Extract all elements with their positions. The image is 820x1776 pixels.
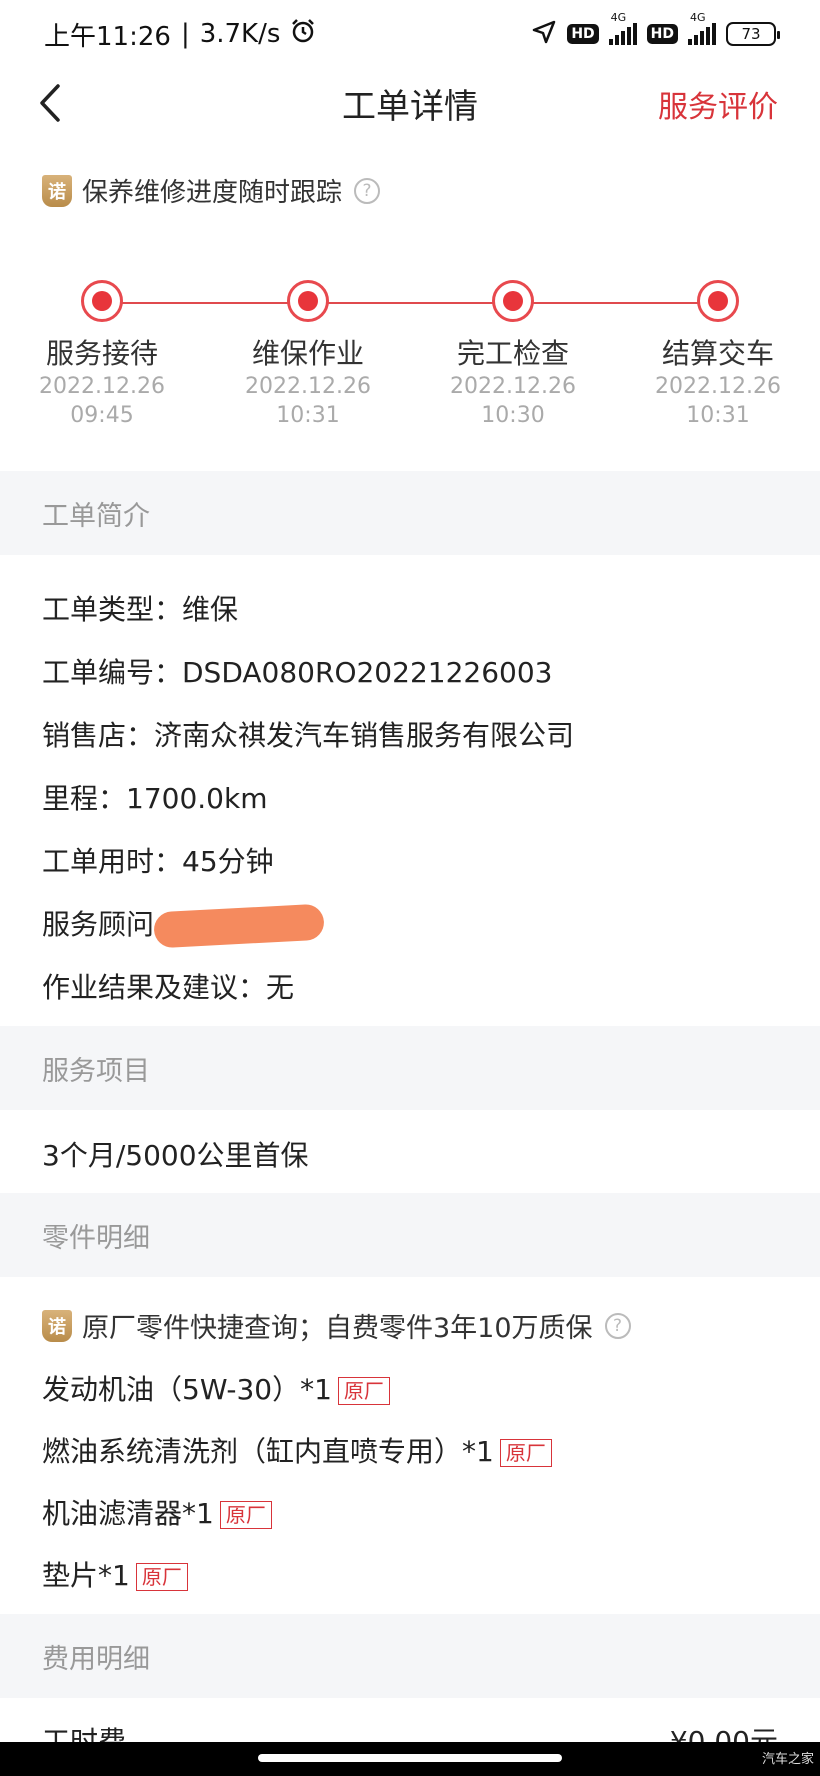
- section-header-service: 服务项目: [0, 1026, 820, 1110]
- progress-timeline: 服务接待 2022.12.26 09:45 维保作业 2022.12.26 10…: [0, 280, 820, 440]
- chevron-left-icon: [40, 84, 60, 122]
- nav-bar: 工单详情 服务评价: [0, 68, 820, 138]
- progress-line: [102, 302, 716, 304]
- service-item: 3个月/5000公里首保: [42, 1139, 309, 1172]
- part-item: 机油滤清器*1 原厂: [42, 1492, 272, 1532]
- system-navigation-bar: 汽车之家: [0, 1742, 820, 1776]
- parts-warranty-text: 原厂零件快捷查询；自费零件3年10万质保: [82, 1313, 593, 1344]
- status-left: 上午11:26 | 3.7K/s: [44, 16, 316, 53]
- signal-icon-2: 4G: [688, 11, 716, 45]
- progress-step: 结算交车 2022.12.26 10:31: [628, 280, 808, 430]
- part-name: 燃油系统清洗剂（缸内直喷专用）*1: [42, 1435, 494, 1468]
- network-type-label: 4G: [610, 11, 627, 24]
- dealer-name: 销售店：济南众祺发汽车销售服务有限公司: [42, 719, 575, 752]
- part-name: 垫片*1: [42, 1559, 130, 1592]
- promise-badge-icon: 诺: [42, 174, 72, 207]
- step-dot-icon: [697, 280, 739, 322]
- progress-step: 完工检查 2022.12.26 10:30: [423, 280, 603, 430]
- section-header-summary: 工单简介: [0, 471, 820, 555]
- step-dot-icon: [287, 280, 329, 322]
- part-name: 发动机油（5W-30）*1: [42, 1373, 332, 1406]
- status-time: 上午11:26: [44, 21, 171, 52]
- step-dot-icon: [492, 280, 534, 322]
- part-item: 燃油系统清洗剂（缸内直喷专用）*1 原厂: [42, 1430, 552, 1470]
- page-title: 工单详情: [342, 86, 478, 127]
- location-icon: [531, 19, 557, 49]
- step-date: 2022.12.26: [245, 374, 371, 399]
- section-header-fees: 费用明细: [0, 1614, 820, 1698]
- home-indicator[interactable]: [258, 1754, 562, 1762]
- parts-warranty-banner[interactable]: 诺 原厂零件快捷查询；自费零件3年10万质保 ?: [42, 1306, 631, 1345]
- step-dot-icon: [81, 280, 123, 322]
- step-label: 结算交车: [661, 337, 774, 370]
- service-advisor-label: 服务顾问: [42, 908, 155, 941]
- watermark: 汽车之家: [761, 1752, 814, 1767]
- status-bar: 上午11:26 | 3.7K/s HD 4G HD 4G 73: [0, 0, 820, 68]
- service-rating-button[interactable]: 服务评价: [658, 82, 778, 126]
- status-divider: |: [180, 19, 190, 49]
- order-number: 工单编号：DSDA080RO20221226003: [42, 656, 553, 689]
- status-right: HD 4G HD 4G 73: [531, 11, 780, 49]
- step-label: 完工检查: [456, 337, 569, 370]
- section-header-parts: 零件明细: [0, 1193, 820, 1277]
- step-date: 2022.12.26: [39, 374, 165, 399]
- network-type-label-2: 4G: [690, 11, 706, 24]
- progress-tracking-banner: 诺 保养维修进度随时跟踪 ?: [42, 172, 381, 209]
- progress-step: 维保作业 2022.12.26 10:31: [218, 280, 398, 430]
- back-button[interactable]: [28, 78, 78, 128]
- step-time: 09:45: [70, 403, 134, 428]
- step-label: 服务接待: [45, 337, 158, 370]
- work-result: 作业结果及建议：无: [42, 971, 295, 1004]
- mileage: 里程：1700.0km: [42, 782, 268, 815]
- hd-badge-2: HD: [646, 24, 678, 44]
- order-duration: 工单用时：45分钟: [42, 845, 274, 878]
- part-item: 发动机油（5W-30）*1 原厂: [42, 1368, 390, 1408]
- redaction-mark: [153, 903, 325, 949]
- help-icon[interactable]: ?: [604, 1312, 631, 1339]
- oem-tag: 原厂: [219, 1501, 272, 1529]
- signal-icon: 4G: [608, 11, 637, 45]
- hd-badge: HD: [567, 24, 599, 44]
- progress-step: 服务接待 2022.12.26 09:45: [12, 280, 192, 430]
- network-speed: 3.7K/s: [199, 19, 281, 49]
- battery-icon: 73: [726, 22, 780, 46]
- promise-badge-icon: 诺: [42, 1309, 72, 1342]
- order-type: 工单类型：维保: [42, 593, 239, 626]
- part-name: 机油滤清器*1: [42, 1497, 214, 1530]
- part-item: 垫片*1 原厂: [42, 1554, 188, 1594]
- service-advisor: 服务顾问: [42, 903, 325, 949]
- step-time: 10:30: [481, 403, 545, 428]
- step-date: 2022.12.26: [450, 374, 576, 399]
- oem-tag: 原厂: [499, 1439, 552, 1467]
- battery-level: 73: [741, 25, 761, 43]
- progress-tracking-text: 保养维修进度随时跟踪: [82, 178, 343, 208]
- step-time: 10:31: [276, 403, 340, 428]
- alarm-icon: [290, 18, 316, 51]
- step-label: 维保作业: [251, 337, 364, 370]
- oem-tag: 原厂: [135, 1563, 188, 1591]
- step-date: 2022.12.26: [655, 374, 781, 399]
- oem-tag: 原厂: [337, 1377, 390, 1405]
- help-icon[interactable]: ?: [354, 177, 381, 204]
- step-time: 10:31: [686, 403, 750, 428]
